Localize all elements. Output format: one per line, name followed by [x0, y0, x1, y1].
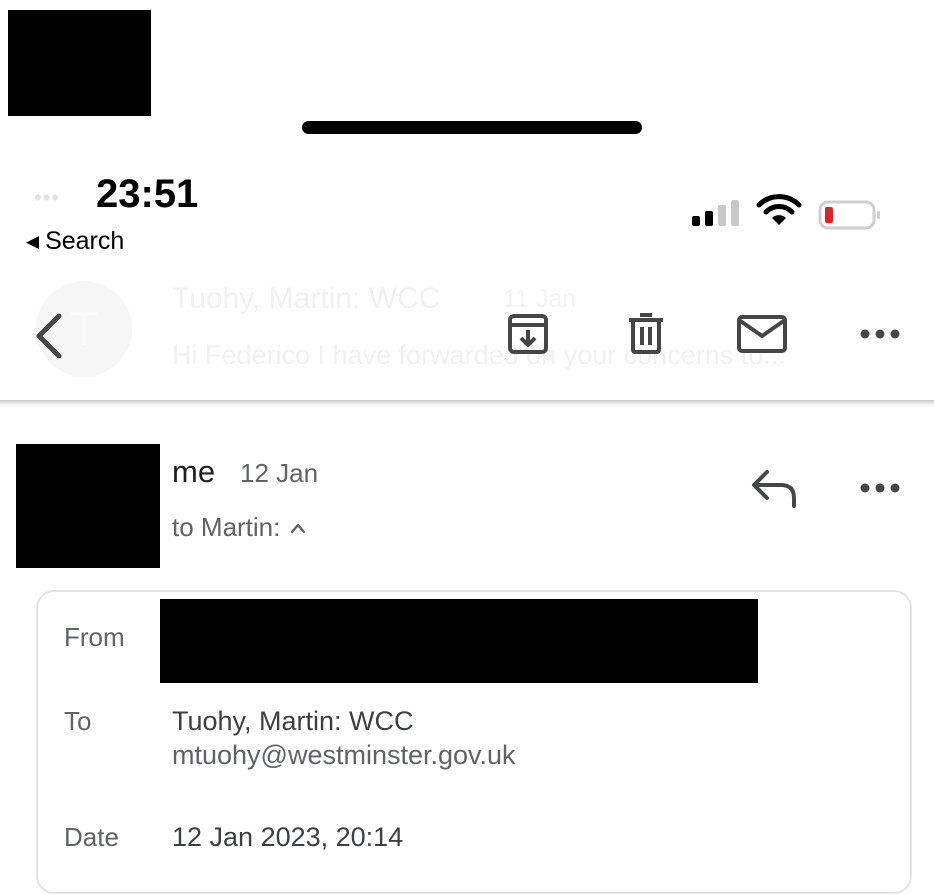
- back-to-search-label: Search: [45, 227, 125, 255]
- delete-button[interactable]: [618, 306, 674, 362]
- reply-icon: [752, 470, 796, 508]
- back-chevron-icon: [36, 313, 62, 359]
- mail-icon: [737, 315, 787, 353]
- more-icon: [860, 329, 900, 339]
- cellular-signal-icon: [692, 200, 739, 226]
- wifi-icon: [756, 194, 802, 225]
- chevron-up-icon: [291, 523, 306, 533]
- archive-button[interactable]: [500, 306, 556, 362]
- reply-button[interactable]: [746, 460, 802, 516]
- status-dots: •••: [34, 185, 61, 210]
- sender-name: me: [172, 454, 216, 489]
- toolbar-divider: [0, 400, 934, 407]
- date-label: Date: [64, 822, 119, 852]
- redacted-block-top: [8, 10, 151, 116]
- battery-low-icon: [818, 200, 880, 230]
- to-name: Tuohy, Martin: WCC: [172, 706, 414, 736]
- to-label: To: [64, 706, 92, 736]
- redacted-avatar: [16, 444, 160, 568]
- archive-icon: [508, 314, 548, 354]
- recipients-toggle[interactable]: to Martin:: [172, 512, 306, 543]
- back-to-search-link[interactable]: ◀ Search: [26, 227, 124, 256]
- more-icon: [860, 483, 900, 493]
- status-time: 23:51: [96, 172, 199, 216]
- home-indicator: [302, 121, 642, 134]
- back-triangle-icon: ◀: [26, 231, 40, 251]
- from-label: From: [64, 622, 125, 652]
- recipients-label: to Martin:: [172, 512, 281, 542]
- message-more-button[interactable]: [852, 460, 908, 516]
- ghost-snippet: Hi Federico I have forwarded on your con…: [172, 340, 786, 370]
- message-date: 12 Jan: [240, 458, 319, 488]
- date-value: 12 Jan 2023, 20:14: [172, 822, 404, 852]
- mark-unread-button[interactable]: [734, 306, 790, 362]
- more-options-button[interactable]: [852, 306, 908, 362]
- ghost-sender: Tuohy, Martin: WCC: [172, 282, 441, 315]
- redacted-from-address: [160, 599, 758, 683]
- to-email: mtuohy@westminster.gov.uk: [172, 740, 516, 770]
- back-chevron-button[interactable]: [26, 306, 72, 366]
- trash-icon: [629, 313, 663, 354]
